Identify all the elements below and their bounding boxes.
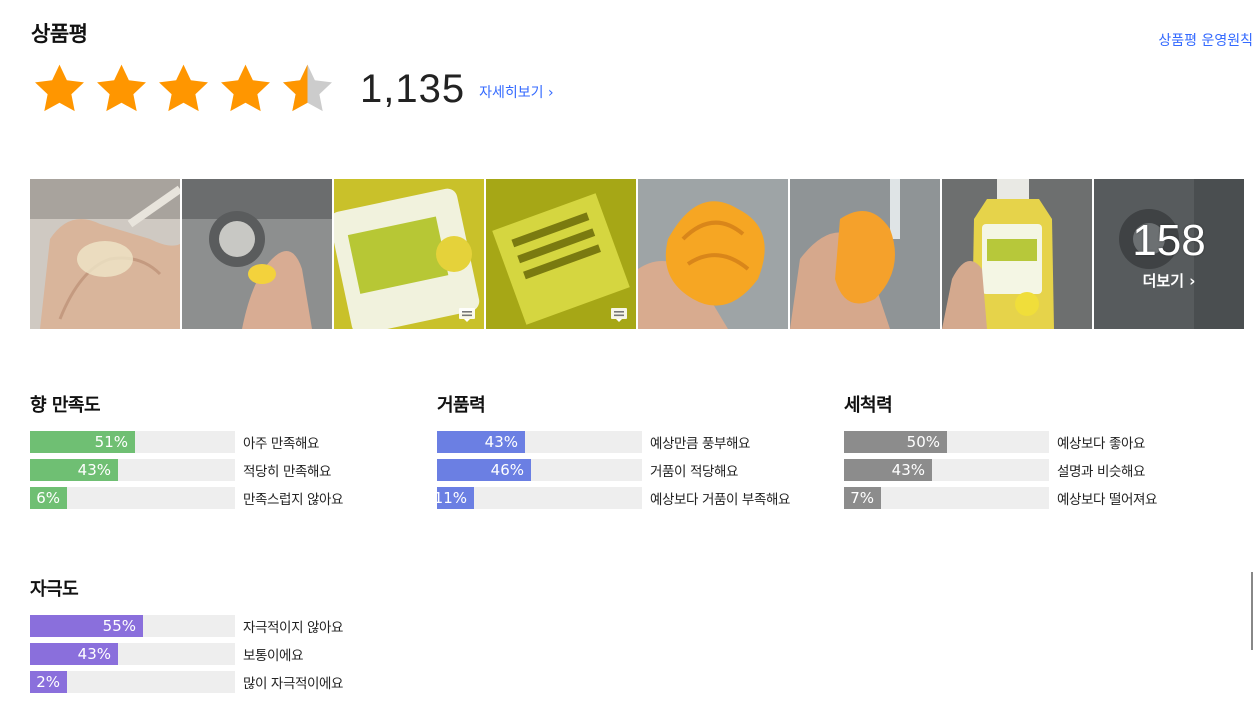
review-photo-strip: 158 더보기 › bbox=[30, 179, 1244, 329]
survey-row: 43% 예상만큼 풍부해요 bbox=[437, 431, 817, 453]
survey-option-label: 거품이 적당해요 bbox=[650, 464, 739, 480]
bar-track: 43% bbox=[437, 431, 642, 453]
star-icon bbox=[35, 64, 84, 111]
bar-percent: 11% bbox=[433, 489, 467, 507]
survey-option-label: 설명과 비슷해요 bbox=[1057, 464, 1146, 480]
more-photos-overlay: 158 더보기 › bbox=[1094, 179, 1244, 329]
half-star-icon bbox=[283, 64, 332, 111]
bar-track: 51% bbox=[30, 431, 235, 453]
survey-row: 11% 예상보다 거품이 부족해요 bbox=[433, 487, 817, 509]
review-photo[interactable] bbox=[30, 179, 180, 329]
star-rating bbox=[31, 61, 336, 118]
survey-row: 51% 아주 만족해요 bbox=[30, 431, 410, 453]
hand-with-gel-photo bbox=[30, 179, 180, 329]
bar-percent: 2% bbox=[36, 673, 60, 691]
survey-option-label: 예상보다 좋아요 bbox=[1057, 436, 1146, 452]
sponge-under-tap-photo bbox=[790, 179, 940, 329]
bar-track: 43% bbox=[30, 459, 235, 481]
bar-track: 55% bbox=[30, 615, 235, 637]
survey-option-label: 자극적이지 않아요 bbox=[243, 620, 344, 636]
bar-track: 50% bbox=[844, 431, 1049, 453]
text-review-badge-icon bbox=[459, 308, 475, 322]
survey-row: 6% 만족스럽지 않아요 bbox=[30, 487, 410, 509]
bar-percent: 7% bbox=[850, 489, 874, 507]
review-count: 1,135 bbox=[360, 66, 466, 111]
survey-foam: 거품력 43% 예상만큼 풍부해요 46% 거품이 적당해요 11% 예상보다 … bbox=[433, 391, 817, 515]
bar-track: 6% bbox=[30, 487, 235, 509]
chevron-right-icon: › bbox=[1184, 271, 1196, 290]
survey-title: 자극도 bbox=[30, 579, 79, 600]
survey-option-label: 적당히 만족해요 bbox=[243, 464, 332, 480]
sink-drain-sponge-photo bbox=[182, 179, 332, 329]
bar-percent: 51% bbox=[94, 433, 128, 451]
bar-percent: 43% bbox=[484, 433, 518, 451]
survey-cleaning: 세척력 50% 예상보다 좋아요 43% 설명과 비슷해요 7% 예상보다 떨어… bbox=[844, 391, 1224, 515]
rating-summary: 1,135 자세히보기 › bbox=[31, 60, 554, 118]
star-icon bbox=[97, 64, 146, 111]
survey-option-label: 아주 만족해요 bbox=[243, 436, 320, 452]
bar-track: 43% bbox=[30, 643, 235, 665]
survey-option-label: 보통이에요 bbox=[243, 648, 304, 664]
bar-percent: 43% bbox=[77, 461, 111, 479]
review-photo[interactable] bbox=[942, 179, 1092, 329]
more-photos-label: 더보기 › bbox=[1142, 271, 1196, 290]
more-photos-tile[interactable]: 158 더보기 › bbox=[1094, 179, 1244, 329]
text-review-badge-icon bbox=[611, 308, 627, 322]
bar-percent: 6% bbox=[36, 489, 60, 507]
bar-percent: 50% bbox=[906, 433, 940, 451]
yellow-mesh-sponge-photo bbox=[638, 179, 788, 329]
bar-track: 7% bbox=[844, 487, 1049, 509]
view-details-label: 자세히보기 bbox=[479, 85, 544, 101]
bar-track: 43% bbox=[844, 459, 1049, 481]
survey-irritation: 자극도 55% 자극적이지 않아요 43% 보통이에요 2% 많이 자극적이에요 bbox=[30, 575, 410, 699]
survey-scent: 향 만족도 51% 아주 만족해요 43% 적당히 만족해요 6% 만족스럽지 … bbox=[30, 391, 410, 515]
chevron-right-icon: › bbox=[543, 85, 554, 101]
survey-title: 세척력 bbox=[844, 395, 893, 416]
bar-percent: 55% bbox=[102, 617, 136, 635]
survey-title: 거품력 bbox=[437, 395, 486, 416]
survey-option-label: 만족스럽지 않아요 bbox=[243, 492, 344, 508]
survey-row: 46% 거품이 적당해요 bbox=[437, 459, 817, 481]
survey-row: 43% 적당히 만족해요 bbox=[30, 459, 410, 481]
survey-row: 50% 예상보다 좋아요 bbox=[844, 431, 1224, 453]
star-icon bbox=[221, 64, 270, 111]
survey-option-label: 예상보다 떨어져요 bbox=[1057, 492, 1158, 508]
star-icon bbox=[159, 64, 208, 111]
survey-option-label: 많이 자극적이에요 bbox=[243, 676, 344, 692]
review-photo[interactable] bbox=[334, 179, 484, 329]
survey-row: 2% 많이 자극적이에요 bbox=[30, 671, 410, 693]
detergent-bottle-front-photo bbox=[942, 179, 1092, 329]
survey-row: 7% 예상보다 떨어져요 bbox=[844, 487, 1224, 509]
review-photo[interactable] bbox=[638, 179, 788, 329]
survey-row: 55% 자극적이지 않아요 bbox=[30, 615, 410, 637]
survey-row: 43% 보통이에요 bbox=[30, 643, 410, 665]
review-photo[interactable] bbox=[790, 179, 940, 329]
bar-track: 46% bbox=[437, 459, 642, 481]
reviews-title: 상품평 bbox=[31, 22, 88, 46]
survey-row: 43% 설명과 비슷해요 bbox=[844, 459, 1224, 481]
view-details-link[interactable]: 자세히보기 › bbox=[479, 82, 553, 102]
survey-option-label: 예상보다 거품이 부족해요 bbox=[650, 492, 791, 508]
review-policy-link[interactable]: 상품평 운영원칙 bbox=[1158, 30, 1253, 50]
review-photo[interactable] bbox=[182, 179, 332, 329]
bar-track: 11% bbox=[433, 487, 642, 509]
bar-track: 2% bbox=[30, 671, 235, 693]
bar-percent: 46% bbox=[490, 461, 524, 479]
survey-title: 향 만족도 bbox=[30, 395, 101, 416]
more-photos-count: 158 bbox=[1132, 215, 1206, 265]
bar-percent: 43% bbox=[77, 645, 111, 663]
survey-option-label: 예상만큼 풍부해요 bbox=[650, 436, 751, 452]
review-photo[interactable] bbox=[486, 179, 636, 329]
bar-percent: 43% bbox=[891, 461, 925, 479]
